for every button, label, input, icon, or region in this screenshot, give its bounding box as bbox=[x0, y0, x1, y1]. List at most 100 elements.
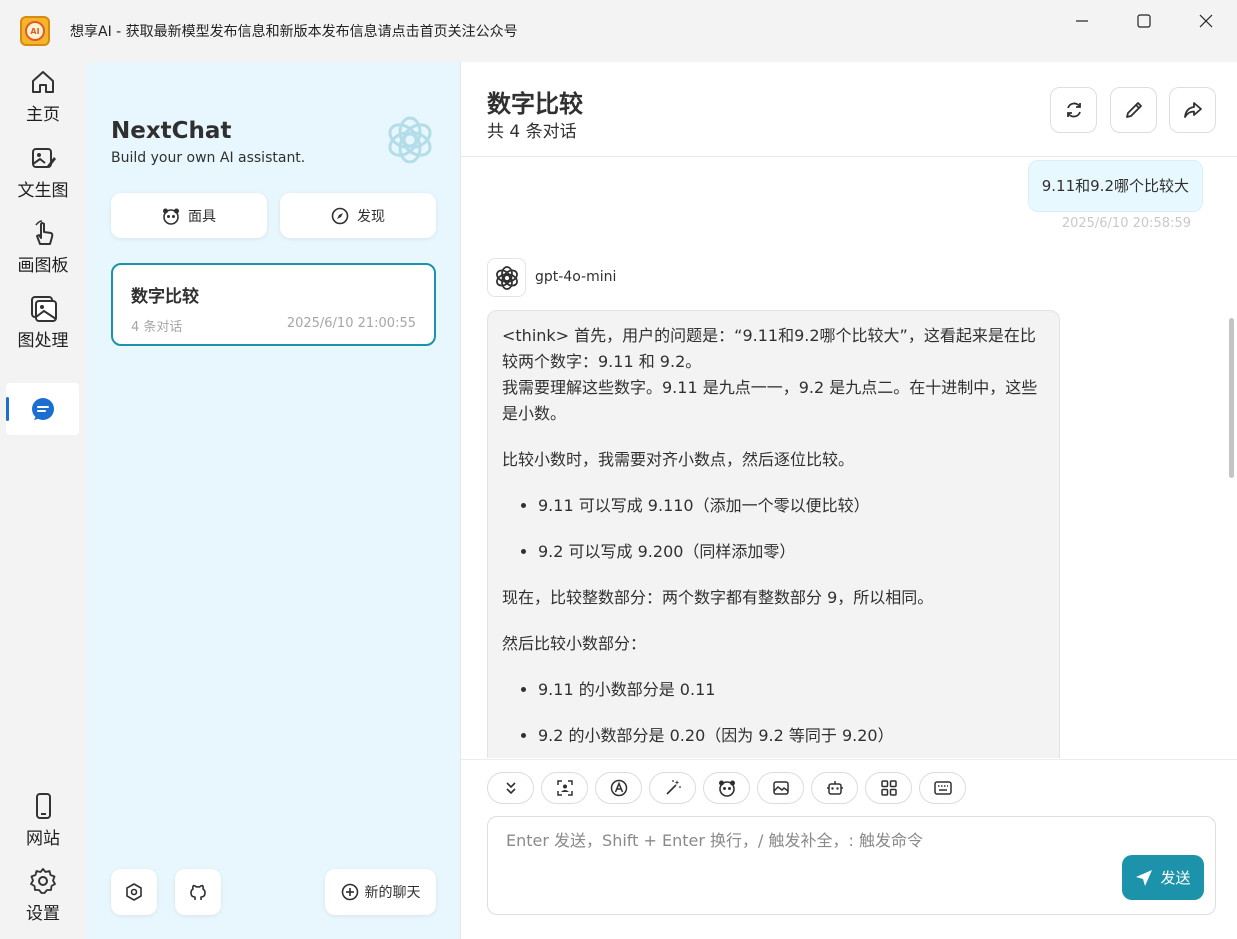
discover-button[interactable]: 发现 bbox=[280, 193, 436, 238]
chat-main: 数字比较 共 4 条对话 9.11和9.2哪个比较大 2025/6/10 20:… bbox=[460, 62, 1237, 939]
share-button[interactable] bbox=[1169, 87, 1216, 133]
chat-list-item[interactable]: 数字比较 4 条对话 2025/6/10 21:00:55 bbox=[111, 263, 436, 346]
chat-item-count: 4 条对话 bbox=[131, 320, 183, 335]
bot-list-item: 9.11 可以写成 9.110（添加一个零以便比较） bbox=[538, 493, 1045, 519]
chat-item-date: 2025/6/10 21:00:55 bbox=[286, 316, 416, 331]
refresh-button[interactable] bbox=[1050, 87, 1097, 133]
brand-subtitle: Build your own AI assistant. bbox=[111, 150, 306, 166]
scroll-bottom-button[interactable] bbox=[487, 772, 534, 804]
chat-title: 数字比较 bbox=[487, 90, 583, 118]
new-chat-label: 新的聊天 bbox=[364, 885, 421, 901]
discover-button-label: 发现 bbox=[357, 208, 385, 225]
chat-item-title: 数字比较 bbox=[131, 287, 199, 307]
send-button-label: 发送 bbox=[1160, 869, 1191, 887]
chat-subtitle: 共 4 条对话 bbox=[487, 122, 577, 142]
app-logo: AI bbox=[20, 16, 50, 46]
message-list: 9.11和9.2哪个比较大 2025/6/10 20:58:59 gpt-4o-… bbox=[461, 158, 1237, 758]
rail-label: 画图板 bbox=[17, 256, 69, 276]
chat-header: 数字比较 共 4 条对话 bbox=[461, 62, 1237, 157]
rail-item-website[interactable]: 网站 bbox=[0, 792, 86, 849]
chat-sidebar: NextChat Build your own AI assistant. 面具… bbox=[86, 62, 460, 939]
rail-label: 文生图 bbox=[17, 181, 69, 201]
mask-button-label: 面具 bbox=[188, 208, 216, 225]
bot-list: 9.11 可以写成 9.110（添加一个零以便比较） 9.2 可以写成 9.20… bbox=[538, 493, 1045, 565]
openai-logo-icon bbox=[495, 265, 518, 290]
minimize-icon bbox=[1076, 20, 1088, 22]
openai-logo-icon bbox=[388, 116, 432, 164]
panda-icon bbox=[163, 208, 179, 225]
user-message-time: 2025/6/10 20:58:59 bbox=[1061, 216, 1191, 231]
close-icon bbox=[1199, 14, 1213, 28]
photo-icon bbox=[31, 296, 57, 322]
app-logo-text: AI bbox=[25, 21, 45, 41]
maximize-icon bbox=[1137, 14, 1151, 28]
rail-item-chat[interactable] bbox=[6, 383, 79, 435]
keyboard-icon bbox=[933, 781, 952, 795]
rail-item-drawing-board[interactable]: 画图板 bbox=[0, 219, 86, 276]
grid-icon bbox=[880, 780, 897, 796]
input-toolbar bbox=[487, 772, 966, 804]
apps-button[interactable] bbox=[865, 772, 912, 804]
settings-button[interactable] bbox=[111, 869, 157, 915]
message-scrollbar[interactable] bbox=[1229, 318, 1234, 478]
mask-tool-button[interactable] bbox=[703, 772, 750, 804]
bot-list: 9.11 的小数部分是 0.11 9.2 的小数部分是 0.20（因为 9.2 … bbox=[538, 677, 1045, 749]
close-button[interactable] bbox=[1175, 0, 1237, 42]
brand-title: NextChat bbox=[111, 118, 232, 144]
plugin-button[interactable] bbox=[811, 772, 858, 804]
mask-button[interactable]: 面具 bbox=[111, 193, 267, 238]
new-chat-button[interactable]: 新的聊天 bbox=[325, 869, 436, 915]
phone-icon bbox=[36, 793, 51, 819]
edit-button[interactable] bbox=[1110, 87, 1157, 133]
send-icon bbox=[1136, 869, 1153, 886]
refresh-icon bbox=[1066, 102, 1081, 118]
github-icon bbox=[190, 884, 206, 900]
user-message: 9.11和9.2哪个比较大 bbox=[1027, 160, 1203, 212]
maximize-button[interactable] bbox=[1113, 0, 1175, 42]
chat-input-box[interactable]: 发送 bbox=[487, 816, 1216, 915]
magic-wand-icon bbox=[665, 780, 681, 795]
image-upload-button[interactable] bbox=[757, 772, 804, 804]
rail-label: 图处理 bbox=[17, 331, 69, 351]
send-button[interactable]: 发送 bbox=[1122, 855, 1204, 900]
settings-icon bbox=[126, 883, 142, 901]
input-divider bbox=[461, 759, 1237, 760]
pencil-icon bbox=[1125, 102, 1142, 118]
minimize-button[interactable] bbox=[1051, 0, 1113, 42]
compass-icon bbox=[331, 207, 349, 224]
bot-paragraph: 我需要理解这些数字。9.11 是九点一一，9.2 是九点二。在十进制中，这些是小… bbox=[502, 378, 1038, 423]
bot-list-item: 9.2 的小数部分是 0.20（因为 9.2 等同于 9.20） bbox=[538, 723, 1045, 749]
title-bar: AI 想享AI - 获取最新模型发布信息和新版本发布信息请点击首页关注公众号 bbox=[0, 0, 1237, 62]
rail-item-image-processing[interactable]: 图处理 bbox=[0, 294, 86, 351]
bot-list-item: 9.2 可以写成 9.200（同样添加零） bbox=[538, 539, 1045, 565]
robot-icon bbox=[826, 781, 843, 795]
window-title: 想享AI - 获取最新模型发布信息和新版本发布信息请点击首页关注公众号 bbox=[70, 24, 518, 40]
bot-message: <think> 首先，用户的问题是：“9.11和9.2哪个比较大”，这看起来是在… bbox=[487, 310, 1060, 758]
rail-item-settings[interactable]: 设置 bbox=[0, 867, 86, 924]
active-indicator bbox=[6, 397, 9, 421]
scan-user-icon bbox=[556, 780, 573, 796]
rail-label: 网站 bbox=[26, 829, 60, 849]
left-rail: 主页 文生图 画图板 图处理 网站 设置 bbox=[0, 62, 86, 939]
bot-paragraph: 然后比较小数部分： bbox=[502, 634, 647, 653]
gear-icon bbox=[30, 868, 56, 894]
screenshot-button[interactable] bbox=[541, 772, 588, 804]
model-select-button[interactable] bbox=[595, 772, 642, 804]
bot-paragraph: 比较小数时，我需要对齐小数点，然后逐位比较。 bbox=[502, 450, 855, 469]
prompt-button[interactable] bbox=[649, 772, 696, 804]
github-button[interactable] bbox=[175, 869, 221, 915]
home-icon bbox=[32, 71, 54, 93]
bot-avatar bbox=[487, 258, 526, 297]
share-icon bbox=[1183, 102, 1202, 118]
hand-pointer-icon bbox=[35, 220, 54, 245]
bot-model-name: gpt-4o-mini bbox=[535, 269, 617, 285]
chevrons-down-icon bbox=[505, 782, 516, 795]
rail-item-home[interactable]: 主页 bbox=[0, 68, 86, 125]
chat-input[interactable] bbox=[506, 831, 1106, 850]
bot-list-item: 9.11 的小数部分是 0.11 bbox=[538, 677, 1045, 703]
image-edit-icon bbox=[32, 148, 56, 168]
window-controls bbox=[1051, 0, 1237, 42]
rail-item-text-to-image[interactable]: 文生图 bbox=[0, 144, 86, 201]
shortcut-button[interactable] bbox=[919, 772, 966, 804]
rail-label: 设置 bbox=[26, 904, 60, 924]
